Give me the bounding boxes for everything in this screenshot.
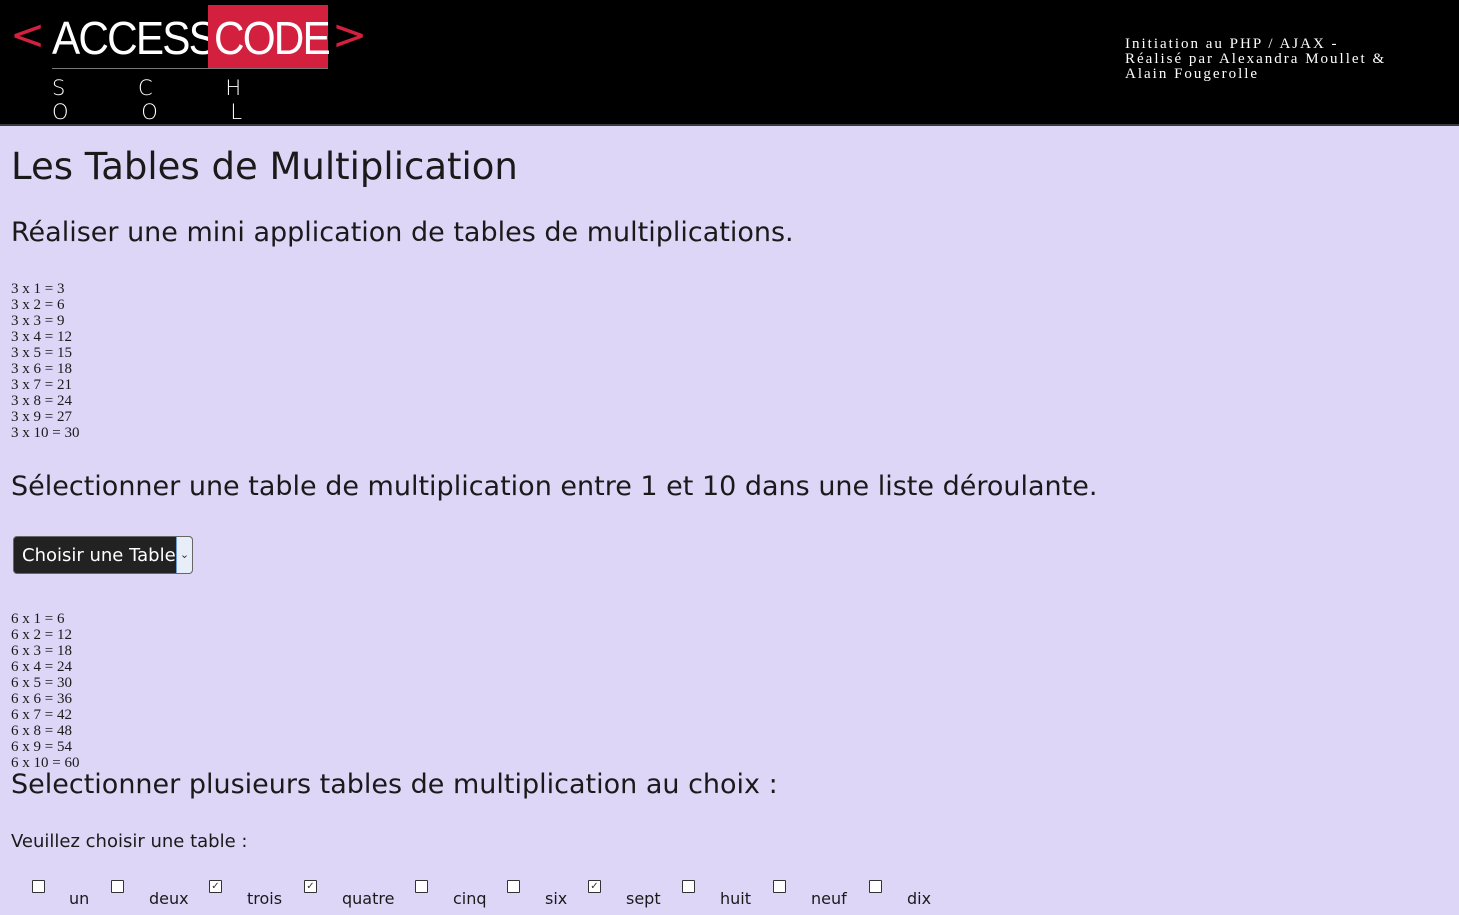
checkbox-label[interactable]: quatre xyxy=(342,889,394,909)
result-line: 3 x 1 = 3 xyxy=(11,281,65,297)
header-credits: Initiation au PHP / AJAX - Réalisé par A… xyxy=(1125,37,1445,82)
checkbox-label[interactable]: un xyxy=(69,889,89,909)
checkbox-six[interactable] xyxy=(507,880,520,893)
checkbox-label[interactable]: cinq xyxy=(453,889,487,909)
credits-line: Initiation au PHP / AJAX - xyxy=(1125,36,1339,52)
table-select[interactable]: Choisir une Table ⌄ xyxy=(13,536,193,574)
section3-heading: Selectionner plusieurs tables de multipl… xyxy=(11,769,778,800)
page-title: Les Tables de Multiplication xyxy=(11,145,518,188)
choose-prompt: Veuillez choisir une table : xyxy=(11,831,248,852)
table-3-results: 3 x 1 = 3 3 x 2 = 6 3 x 3 = 9 3 x 4 = 12… xyxy=(11,281,79,441)
logo-word-access: ACCESS xyxy=(52,12,217,64)
logo-left-chevron: < xyxy=(10,10,46,59)
checkbox-label[interactable]: trois xyxy=(247,889,282,909)
checkbox-dix[interactable] xyxy=(869,880,882,893)
credits-line: Réalisé par Alexandra Moullet & xyxy=(1125,51,1387,67)
logo-divider xyxy=(52,68,328,69)
table-6-results: 6 x 1 = 6 6 x 2 = 12 6 x 3 = 18 6 x 4 = … xyxy=(11,611,79,771)
result-line: 3 x 6 = 18 xyxy=(11,361,72,377)
table-checkbox-group: un deux ✓ trois ✓ quatre cinq six ✓ sept… xyxy=(11,880,1111,910)
checkbox-sept[interactable]: ✓ xyxy=(588,880,601,893)
site-header: < ACCESS CODE > S C H O O L Initiation a… xyxy=(0,0,1459,126)
logo-right-chevron: > xyxy=(332,10,368,59)
checkbox-label[interactable]: dix xyxy=(907,889,931,909)
result-line: 6 x 7 = 42 xyxy=(11,707,72,723)
checkbox-un[interactable] xyxy=(32,880,45,893)
result-line: 3 x 4 = 12 xyxy=(11,329,72,345)
result-line: 6 x 9 = 54 xyxy=(11,739,72,755)
chevron-down-icon[interactable]: ⌄ xyxy=(176,537,192,573)
access-code-school-logo[interactable]: < ACCESS CODE > S C H O O L xyxy=(10,4,370,124)
result-line: 6 x 5 = 30 xyxy=(11,675,72,691)
checkbox-label[interactable]: neuf xyxy=(811,889,847,909)
result-line: 6 x 8 = 48 xyxy=(11,723,72,739)
checkbox-trois[interactable]: ✓ xyxy=(209,880,222,893)
result-line: 6 x 1 = 6 xyxy=(11,611,65,627)
checkbox-huit[interactable] xyxy=(682,880,695,893)
result-line: 3 x 5 = 15 xyxy=(11,345,72,361)
checkbox-label[interactable]: deux xyxy=(149,889,189,909)
result-line: 3 x 10 = 30 xyxy=(11,425,80,441)
table-select-value: Choisir une Table xyxy=(22,545,176,566)
checkbox-deux[interactable] xyxy=(111,880,124,893)
result-line: 3 x 2 = 6 xyxy=(11,297,65,313)
credits-line: Alain Fougerolle xyxy=(1125,66,1260,82)
checkbox-neuf[interactable] xyxy=(773,880,786,893)
result-line: 6 x 4 = 24 xyxy=(11,659,72,675)
section1-heading: Réaliser une mini application de tables … xyxy=(11,217,794,248)
checkbox-quatre[interactable]: ✓ xyxy=(304,880,317,893)
result-line: 3 x 7 = 21 xyxy=(11,377,72,393)
checkbox-label[interactable]: huit xyxy=(720,889,751,909)
result-line: 3 x 8 = 24 xyxy=(11,393,72,409)
result-line: 6 x 6 = 36 xyxy=(11,691,72,707)
section2-heading: Sélectionner une table de multiplication… xyxy=(11,471,1098,502)
checkbox-cinq[interactable] xyxy=(415,880,428,893)
logo-subtitle: S C H O O L xyxy=(52,76,276,124)
result-line: 3 x 3 = 9 xyxy=(11,313,65,329)
checkbox-label[interactable]: six xyxy=(545,889,567,909)
checkbox-label[interactable]: sept xyxy=(626,889,661,909)
result-line: 6 x 2 = 12 xyxy=(11,627,72,643)
logo-word-code: CODE xyxy=(214,12,331,64)
result-line: 3 x 9 = 27 xyxy=(11,409,72,425)
result-line: 6 x 3 = 18 xyxy=(11,643,72,659)
